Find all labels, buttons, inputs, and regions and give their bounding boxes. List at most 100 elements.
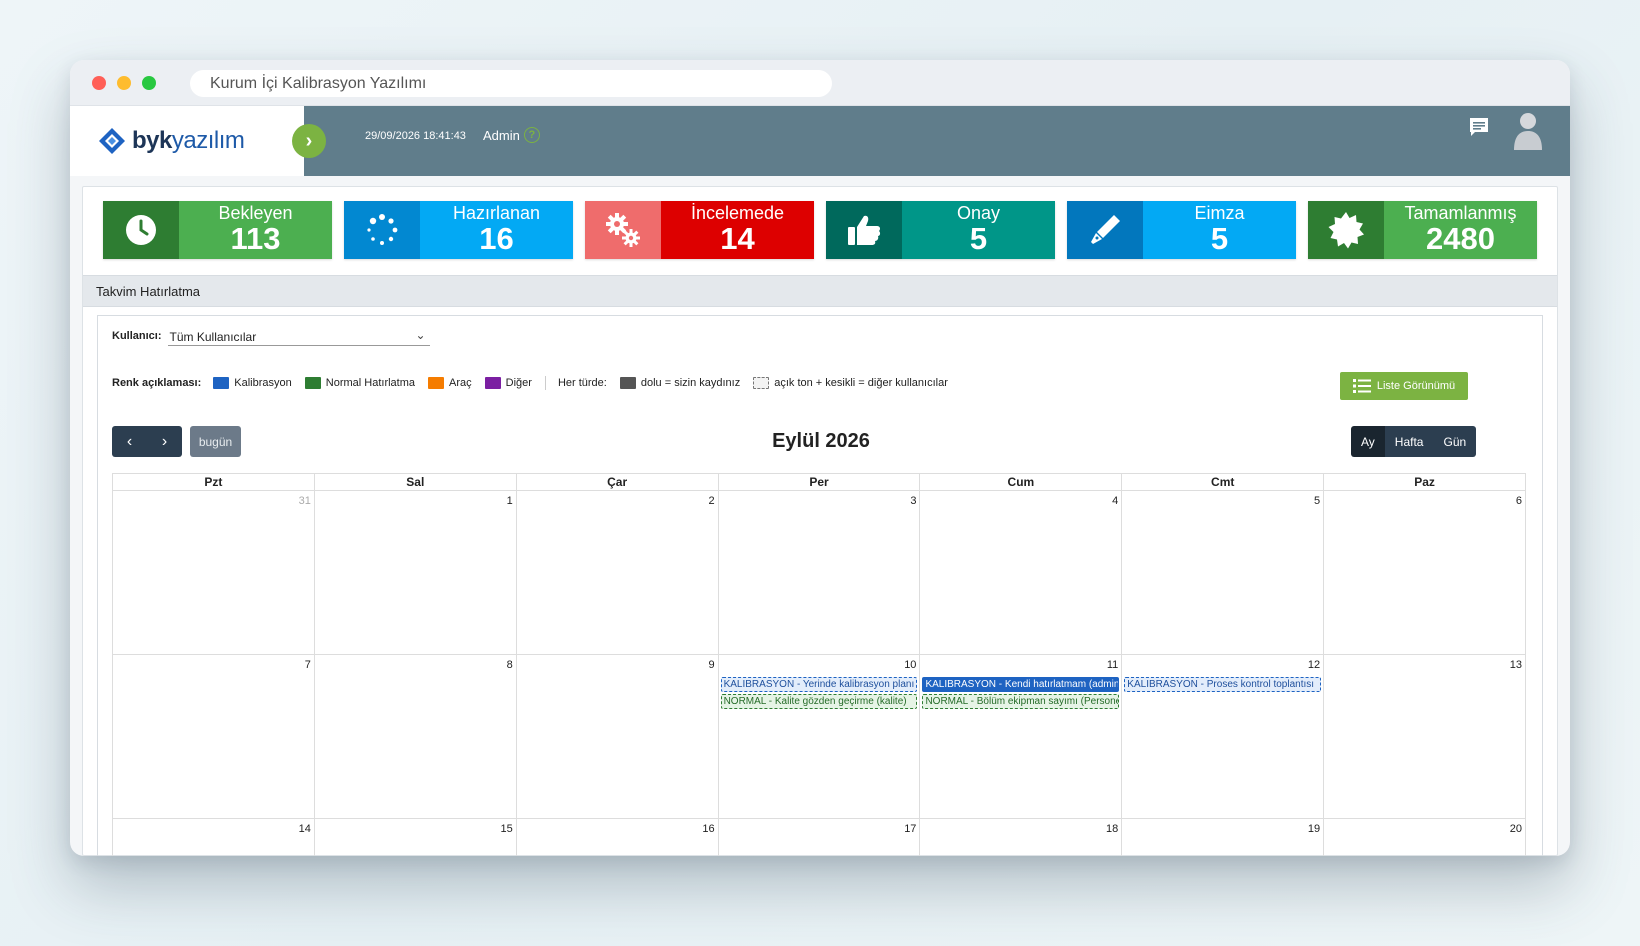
legend-item-diger: Diğer (484, 377, 532, 389)
spinner-icon (344, 201, 420, 259)
stat-card-incelemede[interactable]: İncelemede 14 (585, 201, 814, 259)
day-cell[interactable]: 2 (517, 491, 719, 654)
stat-value: 2480 (1426, 221, 1495, 256)
day-number: 31 (298, 495, 311, 507)
week-row: 31 1 2 3 4 5 6 (112, 491, 1527, 655)
day-cell[interactable]: 3 (719, 491, 921, 654)
day-cell[interactable]: 31 (113, 491, 315, 654)
day-cell[interactable]: 6 (1324, 491, 1527, 654)
weekday-thu: Per (719, 474, 921, 490)
stat-label: Eimza (1194, 203, 1245, 223)
chevron-down-icon: ⌄ (415, 328, 426, 342)
thumbs-up-icon (826, 201, 902, 259)
header-user[interactable]: Admin ? (483, 127, 540, 143)
legend-swatch (213, 377, 230, 389)
day-number: 12 (1307, 659, 1321, 671)
week-row: 7 8 9 10 KALIBRASYON - Yerinde kalibrasy… (112, 655, 1527, 819)
day-cell[interactable]: 16 (517, 819, 719, 856)
day-cell[interactable]: 5 (1122, 491, 1325, 654)
weekday-wed: Çar (517, 474, 719, 490)
chat-icon[interactable] (1468, 116, 1490, 138)
user-filter: Kullanıcı: Tüm Kullanıcılar ⌄ (112, 326, 430, 346)
stat-value: 113 (230, 221, 281, 256)
avatar-icon[interactable] (1512, 110, 1544, 150)
legend-swatch (484, 377, 501, 389)
calendar-event[interactable]: KALIBRASYON - Proses kontrol toplantısı (1124, 677, 1322, 692)
stat-label: Bekleyen (218, 203, 293, 223)
day-number: 17 (904, 823, 917, 835)
legend-item-arac: Araç (428, 377, 472, 389)
day-number: 10 (904, 659, 917, 671)
stat-card-onay[interactable]: Onay 5 (826, 201, 1055, 259)
day-cell[interactable]: 9 (517, 655, 719, 818)
day-cell[interactable]: 19 (1122, 819, 1325, 856)
stat-card-tamamlanmis[interactable]: Tamamlanmış 2480 (1308, 201, 1537, 259)
day-number: 20 (1509, 823, 1523, 835)
app-header: bykyazılım › 29/09/2026 18:41:43 Admin ? (70, 106, 1570, 176)
help-icon[interactable]: ? (523, 127, 540, 143)
legend-divider (544, 376, 546, 390)
title-bar: Kurum İçi Kalibrasyon Yazılımı (70, 60, 1570, 106)
calendar-event[interactable]: KALIBRASYON - Kendi hatırlatmam (admin) (922, 677, 1120, 692)
day-cell[interactable]: 17 (719, 819, 921, 856)
sidebar-toggle-button[interactable]: › (292, 124, 326, 158)
calendar-event[interactable]: KALIBRASYON - Yerinde kalibrasyon planı (720, 677, 918, 692)
calendar-event[interactable]: NORMAL - Kalite gözden geçirme (kalite) (720, 694, 918, 709)
day-number: 18 (1106, 823, 1119, 835)
list-view-button[interactable]: Liste Görünümü (1340, 372, 1468, 400)
legend-swatch-dashed (753, 377, 770, 389)
list-view-label: Liste Görünümü (1376, 380, 1456, 392)
stat-value: 16 (479, 221, 514, 256)
stat-card-eimza[interactable]: Eimza 5 (1067, 201, 1296, 259)
day-number: 9 (708, 659, 715, 671)
color-legend: Renk açıklaması: Kalibrasyon Normal Hatı… (112, 376, 961, 390)
view-switcher: Ay Hafta Gün (1351, 426, 1477, 457)
legend-title: Renk açıklaması: (112, 377, 202, 389)
weekday-fri: Cum (920, 474, 1123, 490)
day-number: 3 (910, 495, 917, 507)
weekday-sat: Cmt (1122, 474, 1325, 490)
logo-text: bykyazılım (132, 127, 245, 154)
day-cell[interactable]: 14 (113, 819, 315, 856)
maximize-window-button[interactable] (142, 76, 156, 90)
logo-diamond-icon (99, 128, 125, 154)
weekday-mon: Pzt (113, 474, 315, 490)
day-cell[interactable]: 11 KALIBRASYON - Kendi hatırlatmam (admi… (920, 655, 1123, 818)
logo[interactable]: bykyazılım (70, 106, 304, 176)
list-icon (1352, 379, 1371, 393)
stat-value: 5 (1210, 221, 1229, 256)
user-select[interactable]: Tüm Kullanıcılar ⌄ (167, 326, 430, 346)
calendar-panel: Kullanıcı: Tüm Kullanıcılar ⌄ Renk açıkl… (97, 315, 1543, 856)
stat-card-bekleyen[interactable]: Bekleyen 113 (103, 201, 332, 259)
day-cell[interactable]: 18 (920, 819, 1123, 856)
view-week-button[interactable]: Hafta (1384, 426, 1434, 457)
day-cell[interactable]: 1 (315, 491, 517, 654)
address-bar[interactable]: Kurum İçi Kalibrasyon Yazılımı (190, 70, 832, 97)
day-cell[interactable]: 8 (315, 655, 517, 818)
day-number: 5 (1314, 495, 1321, 507)
day-cell[interactable]: 4 (920, 491, 1123, 654)
calendar-title: Eylül 2026 (772, 430, 870, 452)
close-window-button[interactable] (92, 76, 106, 90)
day-cell[interactable]: 15 (315, 819, 517, 856)
day-cell[interactable]: 7 (113, 655, 315, 818)
day-cell[interactable]: 13 (1324, 655, 1527, 818)
calendar-event[interactable]: NORMAL - Bölüm ekipman sayımı (Personel) (922, 694, 1120, 709)
day-cell[interactable]: 12 KALIBRASYON - Proses kontrol toplantı… (1122, 655, 1325, 818)
day-cell[interactable]: 20 (1324, 819, 1527, 856)
stat-value: 5 (969, 221, 988, 256)
stat-card-hazirlanan[interactable]: Hazırlanan 16 (344, 201, 573, 259)
day-number: 19 (1307, 823, 1321, 835)
day-number: 11 (1106, 659, 1119, 671)
weekday-sun: Paz (1414, 475, 1435, 489)
minimize-window-button[interactable] (117, 76, 131, 90)
user-select-value: Tüm Kullanıcılar (169, 330, 257, 344)
day-number: 1 (506, 495, 513, 507)
view-month-button[interactable]: Ay (1351, 426, 1385, 457)
legend-type-label: Her türde: (557, 377, 607, 389)
day-cell[interactable]: 10 KALIBRASYON - Yerinde kalibrasyon pla… (719, 655, 921, 818)
chevron-right-icon: › (305, 129, 313, 152)
view-day-button[interactable]: Gün (1433, 426, 1477, 457)
day-number: 2 (708, 495, 715, 507)
day-number: 13 (1509, 659, 1523, 671)
